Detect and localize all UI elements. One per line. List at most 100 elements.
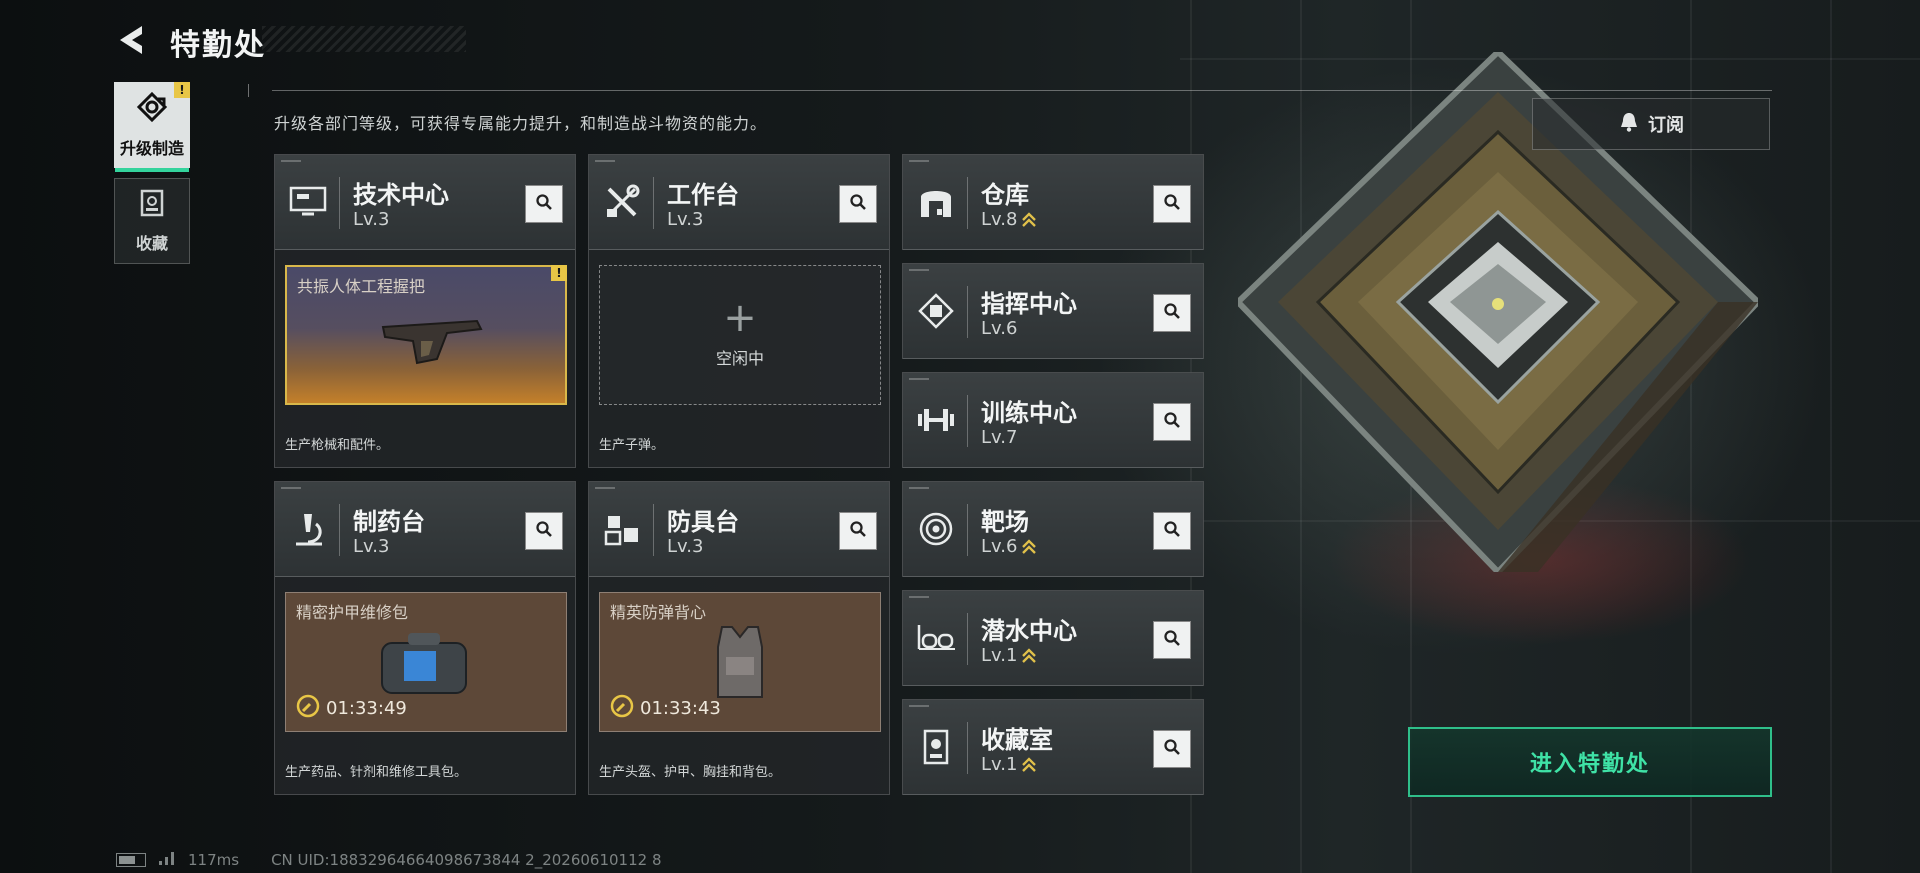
production-slot[interactable]: 精英防弹背心 01:33:43 [599,592,881,732]
magnifier-icon [1163,520,1181,542]
facility-name: 靶场 [981,508,1029,536]
facility-name: 防具台 [667,508,739,536]
facility-level: Lv.6 [981,536,1037,557]
facility-name: 工作台 [667,181,739,209]
production-slot[interactable]: 共振人体工程握把 ! [285,265,567,405]
slot-item-name: 共振人体工程握把 [297,277,426,296]
facility-card-tech-center[interactable]: 技术中心 Lv.3 共振人体工程握把 ! 生产枪械和配件。 [274,154,576,468]
timer-text: 01:33:49 [326,698,407,719]
wrench-clock-icon [296,694,320,723]
facility-row-collection-room[interactable]: 收藏室 Lv.1 [902,699,1204,795]
computer-icon [285,179,331,225]
repair-kit-item-image [381,633,467,694]
facility-row-diving-center[interactable]: 潜水中心 Lv.1 [902,590,1204,686]
search-button[interactable] [839,512,877,550]
grip-item-image [381,319,483,365]
facility-level: Lv.3 [353,536,390,557]
chip-icon [913,288,959,334]
sidebar-item-collection[interactable]: 收藏 [114,178,190,264]
status-bar: 117ms CN UID:18832964664098673844 2_2026… [116,850,662,870]
sidebar: 升级制造 ! 收藏 [114,82,190,274]
production-timer: 01:33:43 [610,694,721,723]
magnifier-icon [535,520,553,542]
dumbbell-icon [913,397,959,443]
display-case-icon [913,724,959,770]
card-header: 收藏室 Lv.1 [903,700,1203,795]
production-slot[interactable]: 精密护甲维修包 01:33:49 [285,592,567,732]
subscribe-button[interactable]: 订阅 [1532,98,1770,150]
facility-card-workbench[interactable]: 工作台 Lv.3 + 空闲中 生产子弹。 [588,154,890,468]
facility-level: Lv.6 [981,318,1018,339]
vest-item-image [717,626,763,698]
wrench-clock-icon [610,694,634,723]
search-button[interactable] [1153,403,1191,441]
facility-level: Lv.1 [981,645,1037,666]
facility-name: 仓库 [981,181,1029,209]
card-header: 潜水中心 Lv.1 [903,591,1203,686]
facility-card-armor-bench[interactable]: 防具台 Lv.3 精英防弹背心 01:33:43 生产头盔、护甲、胸挂和背包。 [588,481,890,795]
card-header: 靶场 Lv.6 [903,482,1203,577]
card-header: 防具台 Lv.3 [589,482,889,577]
facility-name: 技术中心 [353,181,449,209]
facility-level: Lv.7 [981,427,1018,448]
facility-row-shooting-range[interactable]: 靶场 Lv.6 [902,481,1204,577]
sidebar-item-label: 升级制造 [119,139,184,158]
back-arrow-icon[interactable] [114,22,150,58]
uid-text: CN UID:18832964664098673844 2_2026061011… [271,851,662,869]
search-button[interactable] [1153,730,1191,768]
magnifier-icon [849,193,867,215]
card-header: 技术中心 Lv.3 [275,155,575,250]
search-button[interactable] [839,185,877,223]
upgrade-chevron-icon [1022,648,1037,663]
card-header: 制药台 Lv.3 [275,482,575,577]
search-button[interactable] [525,512,563,550]
enter-hq-button[interactable]: 进入特勤处 [1408,727,1772,797]
header-divider [248,84,1772,97]
alert-badge: ! [551,265,567,281]
diving-goggles-icon [913,615,959,661]
idle-label: 空闲中 [715,349,764,368]
slot-item-name: 精英防弹背心 [610,603,707,622]
subscribe-label: 订阅 [1648,115,1684,136]
empty-production-slot[interactable]: + 空闲中 [599,265,881,405]
tools-icon [599,179,645,225]
timer-text: 01:33:43 [640,698,721,719]
facility-level: Lv.8 [981,209,1037,230]
plus-icon: + [723,295,757,341]
facility-name: 指挥中心 [981,290,1077,318]
cubes-icon [599,506,645,552]
card-header: 工作台 Lv.3 [589,155,889,250]
facility-description: 生产子弹。 [599,438,665,453]
search-button[interactable] [1153,621,1191,659]
search-button[interactable] [1153,512,1191,550]
microscope-icon [285,506,331,552]
sidebar-item-upgrade-craft[interactable]: 升级制造 ! [114,82,190,172]
card-header: 指挥中心 Lv.6 [903,264,1203,359]
signal-icon [158,850,176,870]
facility-row-warehouse[interactable]: 仓库 Lv.8 [902,154,1204,250]
facility-name: 训练中心 [981,399,1077,427]
magnifier-icon [1163,411,1181,433]
facility-description: 生产枪械和配件。 [285,438,390,453]
sidebar-item-label: 收藏 [135,234,168,253]
magnifier-icon [1163,738,1181,760]
search-button[interactable] [525,185,563,223]
production-timer: 01:33:49 [296,694,407,723]
upgrade-craft-icon [136,91,168,127]
search-button[interactable] [1153,294,1191,332]
facility-card-pharmacy[interactable]: 制药台 Lv.3 精密护甲维修包 01:33:49 生产药品、针剂和维修工具包。 [274,481,576,795]
battery-icon [116,853,146,867]
search-button[interactable] [1153,185,1191,223]
collection-icon [138,188,166,222]
facility-level: Lv.3 [353,209,390,230]
facility-row-command-center[interactable]: 指挥中心 Lv.6 [902,263,1204,359]
magnifier-icon [1163,193,1181,215]
facility-level: Lv.3 [667,536,704,557]
facility-description: 生产药品、针剂和维修工具包。 [285,765,468,780]
warehouse-icon [913,179,959,225]
magnifier-icon [1163,629,1181,651]
facility-description: 生产头盔、护甲、胸挂和背包。 [599,765,782,780]
bell-icon [1618,111,1640,138]
facility-row-training-center[interactable]: 训练中心 Lv.7 [902,372,1204,468]
magnifier-icon [849,520,867,542]
